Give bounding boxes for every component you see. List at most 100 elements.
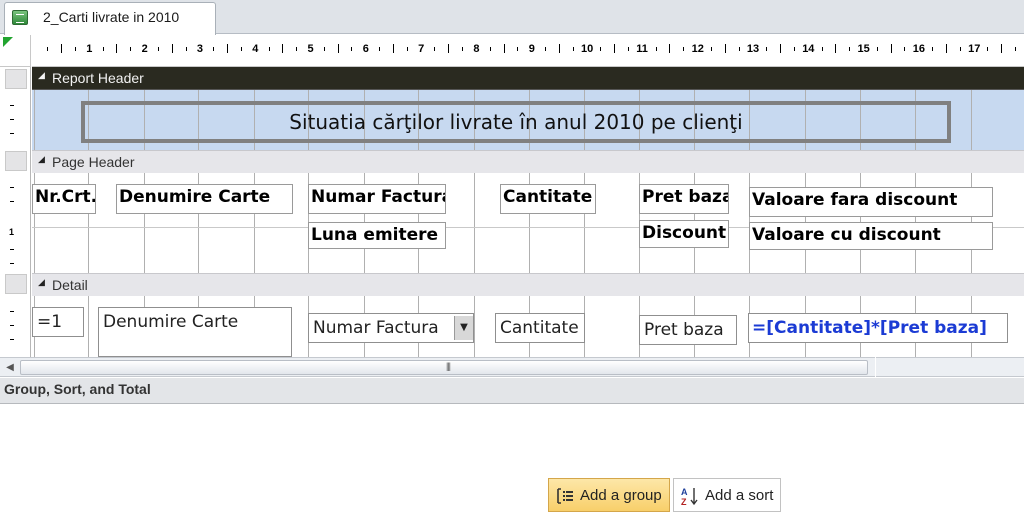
ruler-tick — [683, 47, 685, 51]
ruler-tick — [61, 44, 63, 53]
detail-label: Detail — [52, 277, 88, 293]
ruler-tick — [821, 47, 823, 51]
scroll-grip-icon: ||| — [446, 361, 451, 371]
ruler-tick — [171, 44, 173, 53]
page-header-label: Page Header — [52, 154, 135, 170]
report-header-label: Report Header — [52, 70, 144, 86]
ruler-number: 15 — [857, 43, 870, 55]
ruler-tick — [1015, 47, 1017, 51]
nr-crt-field[interactable]: =1 — [32, 307, 84, 337]
vruler-tick — [10, 339, 14, 340]
valoare-expression-field[interactable]: =[Cantitate]*[Pret baza] — [748, 313, 1008, 343]
pret-baza-field[interactable]: Pret baza — [639, 315, 737, 345]
horizontal-scrollbar[interactable]: ◀ ||| — [0, 357, 875, 377]
ruler-number: 5 — [307, 43, 314, 55]
ruler-number: 3 — [196, 43, 204, 55]
report-design-surface[interactable]: ◢ Report Header ◢ Page Header ◢ Detail S… — [32, 67, 1024, 357]
ruler-tick — [282, 44, 284, 53]
vertical-ruler[interactable]: 1 — [0, 67, 31, 357]
discount-label[interactable]: Discount — [639, 220, 729, 248]
valoare-cu-discount-label[interactable]: Valoare cu discount — [749, 222, 993, 250]
add-group-button[interactable]: Add a group — [548, 478, 670, 512]
ruler-tick — [738, 47, 740, 51]
ruler-tick — [47, 47, 49, 51]
numar-factura-label[interactable]: Numar Factura — [308, 184, 446, 214]
collapse-arrow-icon: ◢ — [38, 70, 45, 80]
page-header-bar[interactable]: ◢ Page Header — [32, 150, 1024, 174]
add-sort-label: Add a sort — [705, 487, 774, 504]
vruler-tick — [10, 311, 14, 312]
ruler-tick — [337, 44, 339, 53]
scroll-left-arrow-icon[interactable]: ◀ — [2, 360, 18, 376]
ruler-number: 6 — [362, 43, 369, 55]
group-sort-total-title: Group, Sort, and Total — [4, 381, 151, 397]
ruler-tick — [835, 44, 837, 53]
vruler-number: 1 — [9, 227, 15, 237]
cantitate-field[interactable]: Cantitate — [495, 313, 585, 343]
ruler-tick — [130, 47, 132, 51]
ruler-tick — [116, 44, 118, 53]
ruler-tick — [351, 47, 353, 51]
grid-line — [474, 173, 475, 273]
ruler-tick — [959, 47, 961, 51]
grid-line — [34, 90, 35, 150]
ruler-tick — [669, 44, 671, 53]
report-title[interactable]: Situatia cărţilor livrate în anul 2010 p… — [86, 110, 946, 134]
grid-line — [474, 296, 475, 357]
ruler-tick — [793, 47, 795, 51]
ruler-tick — [213, 47, 215, 51]
ruler-tick — [766, 47, 768, 51]
detail-bar[interactable]: ◢ Detail — [32, 273, 1024, 297]
nr-crt-label[interactable]: Nr.Crt. — [32, 184, 96, 214]
horizontal-ruler[interactable]: 1 2 3 4 5 6 7 8 9 10 11 12 13 14 15 16 17 — [32, 35, 1024, 67]
ruler-number: 4 — [252, 43, 259, 55]
ruler-tick — [240, 47, 242, 51]
ruler-tick — [545, 47, 547, 51]
ruler-tick — [558, 44, 560, 53]
ruler-tick — [185, 47, 187, 51]
ruler-tick — [296, 47, 298, 51]
ruler-tick — [448, 44, 450, 53]
valoare-fara-discount-label[interactable]: Valoare fara discount — [749, 187, 993, 217]
denumire-carte-label[interactable]: Denumire Carte — [116, 184, 293, 214]
ruler-tick — [503, 44, 505, 53]
ruler-tick — [849, 47, 851, 51]
ruler-number: 8 — [473, 43, 480, 55]
dropdown-arrow-icon[interactable]: ▼ — [454, 316, 473, 340]
ruler-tick — [517, 47, 519, 51]
ruler-number: 14 — [802, 43, 815, 55]
ruler-tick — [379, 47, 381, 51]
ruler-number: 10 — [581, 43, 594, 55]
detail-selector[interactable] — [5, 274, 27, 294]
ruler-tick — [627, 47, 629, 51]
vruler-tick — [10, 325, 14, 326]
ruler-tick — [462, 47, 464, 51]
report-header-bar[interactable]: ◢ Report Header — [32, 67, 1024, 90]
ruler-tick — [1001, 44, 1003, 53]
add-sort-button[interactable]: A Z Add a sort — [673, 478, 781, 512]
ruler-tick — [987, 47, 989, 51]
ruler-tick — [489, 47, 491, 51]
vruler-tick — [10, 201, 14, 202]
luna-emitere-label[interactable]: Luna emitere — [308, 222, 446, 249]
ruler-tick — [945, 44, 947, 53]
pret-baza-label[interactable]: Pret baza — [639, 184, 729, 214]
denumire-carte-field[interactable]: Denumire Carte — [98, 307, 292, 357]
ruler-tick — [74, 47, 76, 51]
numar-factura-combo-value: Numar Factura — [313, 318, 439, 338]
ruler-number: 13 — [746, 43, 760, 55]
ruler-tick — [890, 44, 892, 53]
report-header-selector[interactable] — [5, 69, 27, 89]
ruler-tick — [434, 47, 436, 51]
ruler-tick — [572, 47, 574, 51]
grid-line — [88, 296, 89, 357]
ruler-tick — [876, 47, 878, 51]
scroll-thumb[interactable] — [20, 360, 868, 375]
ruler-number: 1 — [86, 43, 93, 55]
document-tab-title[interactable]: 2_Carti livrate in 2010 — [43, 9, 179, 25]
ruler-tick — [323, 47, 325, 51]
numar-factura-combo[interactable]: Numar Factura ▼ — [308, 313, 474, 343]
page-header-selector[interactable] — [5, 151, 27, 171]
ruler-tick — [227, 44, 229, 53]
cantitate-label[interactable]: Cantitate — [500, 184, 596, 214]
